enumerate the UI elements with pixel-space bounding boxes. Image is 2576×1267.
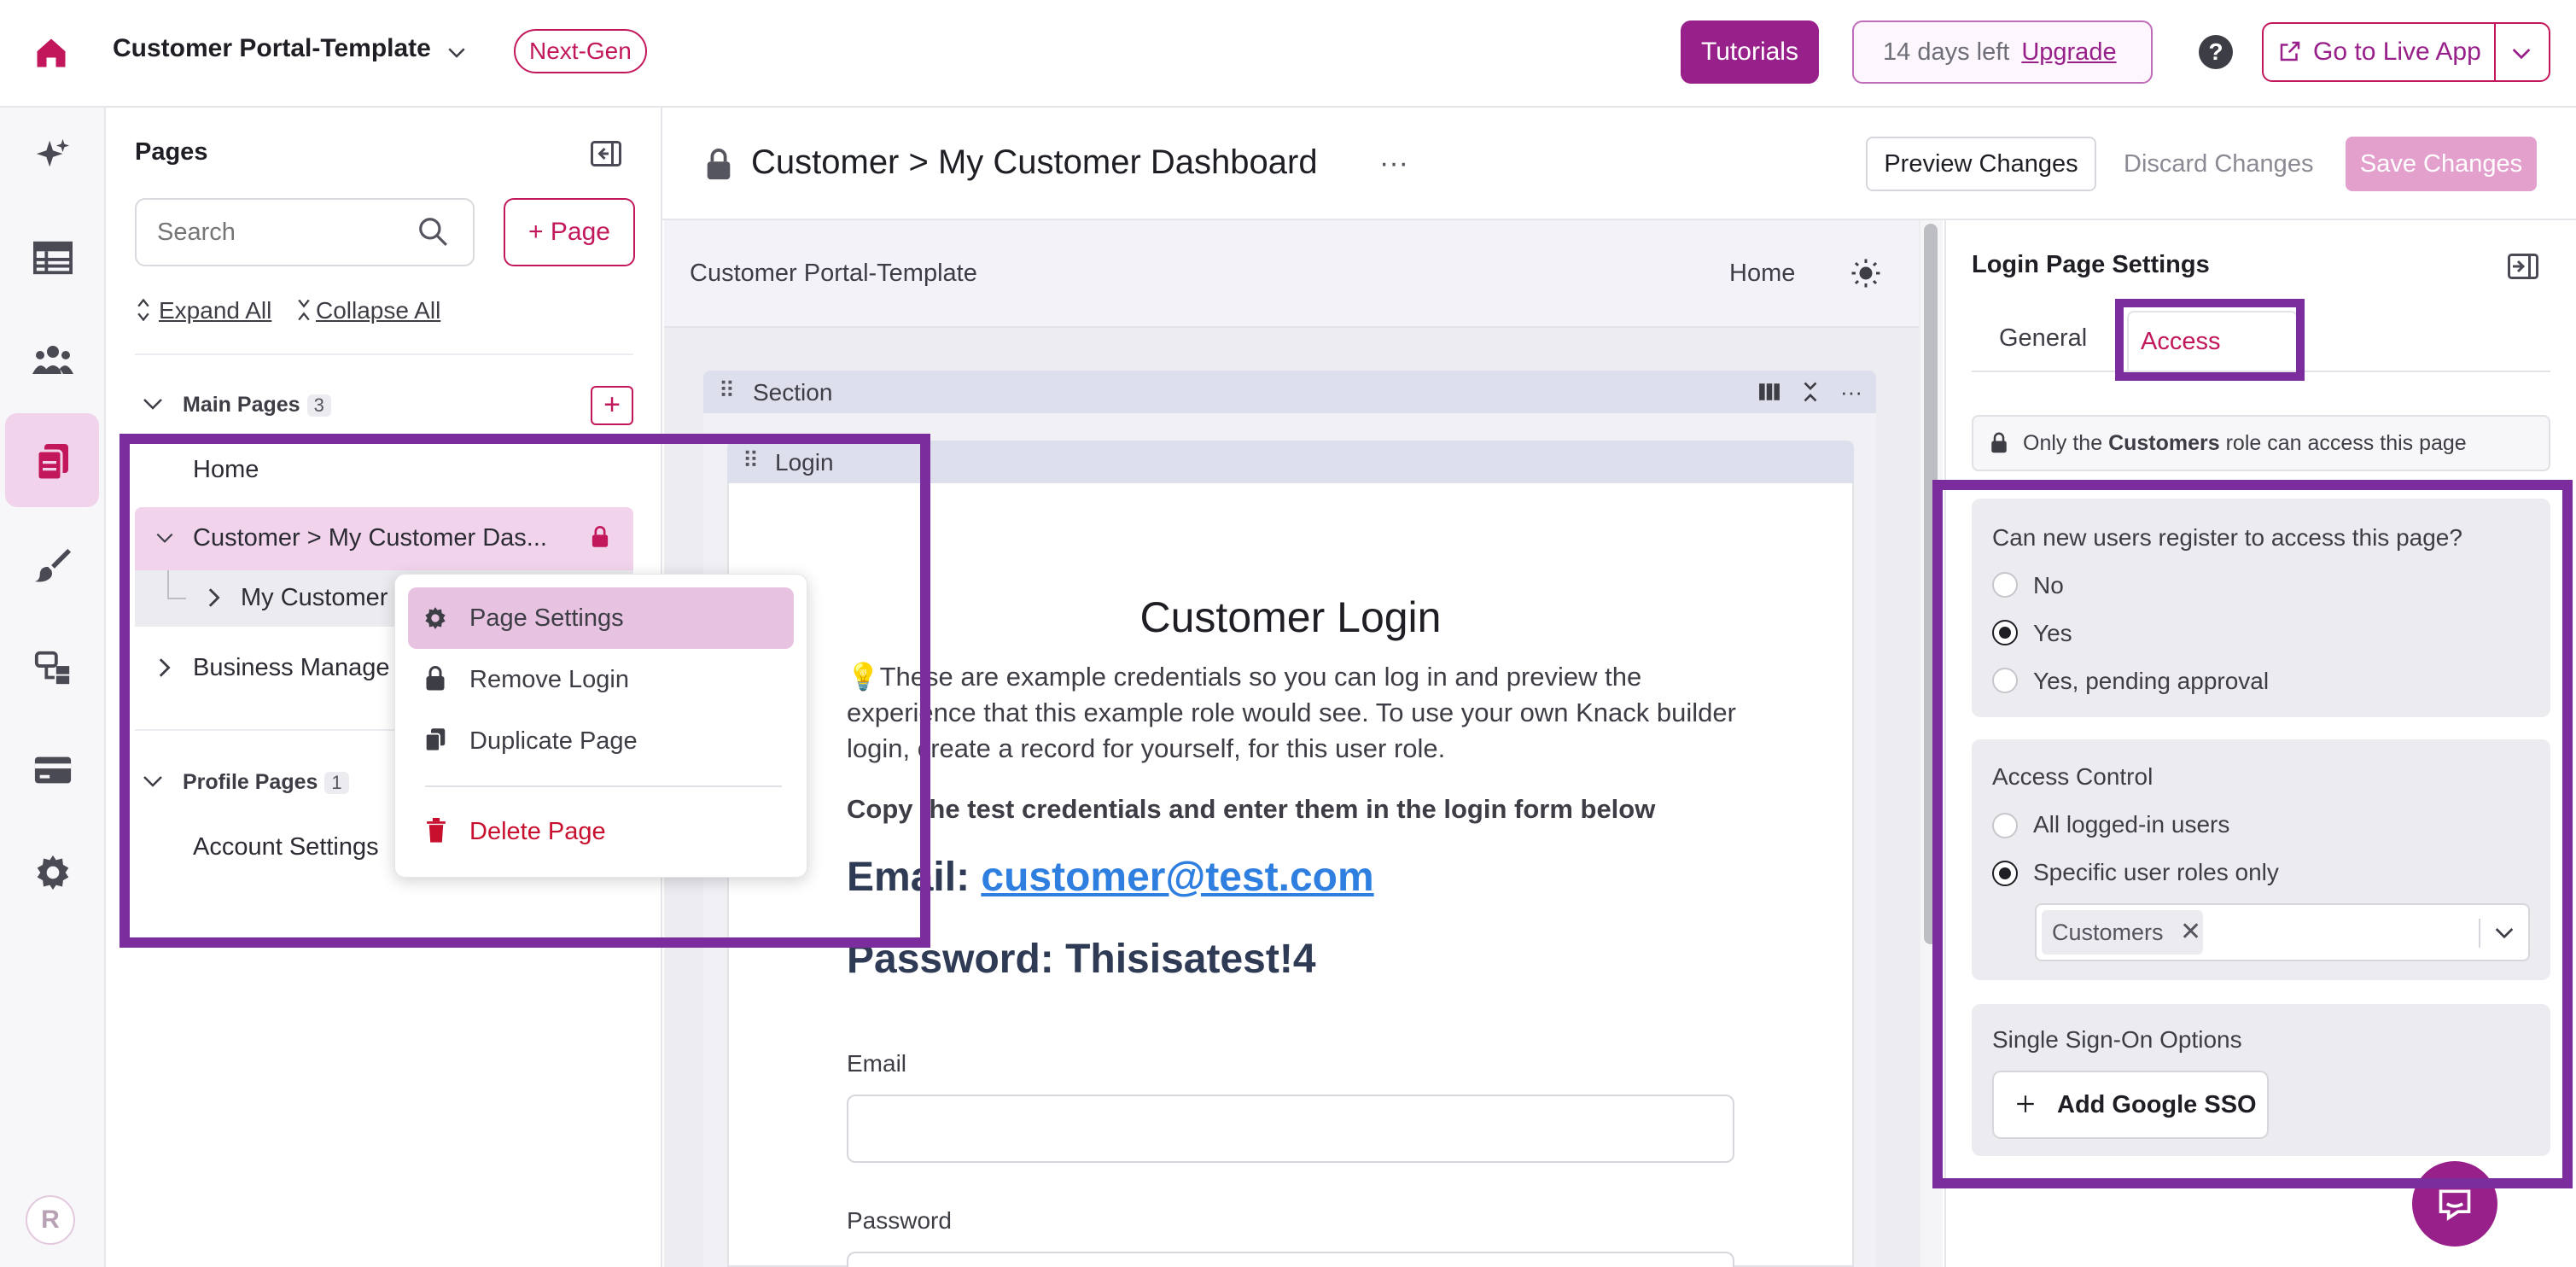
section-label: Section	[753, 379, 833, 406]
upgrade-link[interactable]: Upgrade	[2021, 38, 2116, 66]
drag-handle-icon[interactable]: ⠿	[719, 377, 735, 404]
access-notice: Only the Customers role can access this …	[1972, 415, 2550, 471]
section-header[interactable]	[703, 371, 1876, 413]
expand-all-button[interactable]: Expand All	[159, 297, 271, 324]
external-link-icon	[2277, 38, 2303, 64]
main-pages-count: 3	[306, 394, 331, 417]
page-title: Customer > My Customer Dashboard	[751, 143, 1318, 181]
preview-changes-button[interactable]: Preview Changes	[1866, 137, 2096, 191]
table-icon[interactable]	[29, 234, 77, 282]
app-title[interactable]: Customer Portal-Template	[113, 34, 431, 63]
chevron-down-icon[interactable]	[140, 393, 166, 415]
credentials-paragraph: 💡These are example credentials so you ca…	[847, 662, 1736, 763]
collapse-panel-icon[interactable]	[591, 140, 621, 167]
save-changes-button[interactable]: Save Changes	[2346, 137, 2537, 191]
columns-icon[interactable]	[1758, 382, 1780, 401]
collapse-panel-icon[interactable]	[2508, 253, 2538, 280]
more-options-icon[interactable]: ···	[1379, 147, 1408, 180]
add-main-page-button[interactable]: +	[591, 386, 633, 425]
collapse-section-icon[interactable]	[1801, 381, 1820, 403]
settings-title: Login Page Settings	[1972, 251, 2210, 278]
users-icon[interactable]	[29, 336, 77, 384]
email-label: Email	[847, 1050, 907, 1077]
billing-icon[interactable]	[29, 746, 77, 794]
site-nav-home[interactable]: Home	[1729, 260, 1795, 288]
home-icon[interactable]	[32, 34, 70, 72]
group-label: Main Pages	[183, 393, 300, 417]
chevron-down-icon[interactable]	[444, 39, 469, 65]
section-more-icon[interactable]: ···	[1840, 379, 1862, 406]
add-page-button[interactable]: + Page	[504, 198, 635, 266]
notice-role: Customers	[2108, 431, 2220, 455]
lock-icon	[1990, 432, 2008, 454]
site-name: Customer Portal-Template	[690, 260, 977, 287]
next-gen-badge: Next-Gen	[514, 29, 647, 73]
copy-instructions: Copy the test credentials and enter them…	[847, 794, 1656, 824]
tab-general[interactable]: General	[1999, 324, 2087, 353]
sparkle-icon[interactable]	[29, 131, 77, 179]
sun-icon[interactable]	[1850, 258, 1881, 289]
help-icon[interactable]: ?	[2199, 35, 2233, 69]
gear-icon[interactable]	[29, 849, 77, 896]
annotation-highlight-pages	[119, 434, 930, 948]
password-field[interactable]	[847, 1252, 1734, 1267]
lock-icon	[705, 149, 732, 181]
email-link[interactable]: customer@test.com	[981, 855, 1373, 900]
discard-changes-button[interactable]: Discard Changes	[2124, 150, 2313, 178]
expand-icon	[137, 299, 150, 321]
annotation-highlight-settings	[1932, 480, 2573, 1188]
collapse-icon	[297, 299, 311, 321]
notice-text: Only the	[2023, 431, 2109, 455]
tutorials-button[interactable]: Tutorials	[1681, 20, 1819, 84]
flows-icon[interactable]	[29, 644, 77, 692]
collapse-all-button[interactable]: Collapse All	[316, 297, 440, 324]
brush-icon[interactable]	[29, 541, 77, 589]
password-label: Password	[847, 1207, 952, 1234]
notice-text: role can access this page	[2219, 431, 2467, 455]
email-field[interactable]	[847, 1095, 1734, 1163]
go-live-dropdown-button[interactable]	[2494, 22, 2550, 82]
pages-icon[interactable]	[29, 439, 77, 487]
search-icon	[417, 215, 449, 248]
trial-text: 14 days left	[1883, 38, 2010, 66]
trial-banner: 14 days left Upgrade	[1852, 20, 2153, 84]
annotation-highlight-access-tab	[2115, 299, 2305, 381]
main-pages-group: Main Pages 3	[183, 393, 331, 417]
divider	[135, 353, 633, 355]
avatar[interactable]: R	[26, 1195, 75, 1245]
pages-title: Pages	[135, 138, 208, 166]
